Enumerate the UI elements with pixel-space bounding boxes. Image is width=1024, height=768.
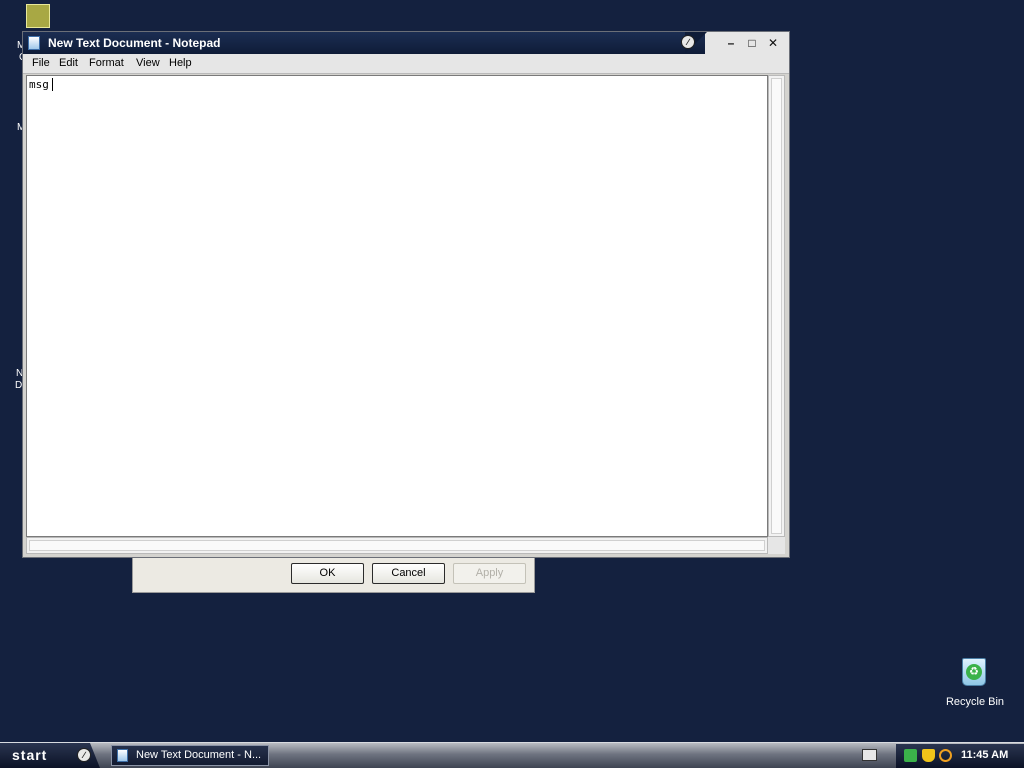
close-button[interactable]: ✕	[765, 35, 781, 51]
start-button[interactable]: start ∕	[0, 743, 100, 768]
menu-help[interactable]: Help	[169, 57, 192, 69]
vertical-scrollbar[interactable]	[768, 75, 785, 537]
properties-dialog: OK Cancel Apply	[132, 556, 535, 593]
taskbar-task-label: New Text Document - N...	[136, 749, 262, 761]
menu-edit[interactable]: Edit	[59, 57, 78, 69]
title-bar[interactable]: New Text Document - Notepad ∕ – □ ✕	[23, 32, 789, 54]
start-label: start	[12, 747, 48, 763]
menu-bar: File Edit Format View Help	[23, 54, 789, 74]
minimize-button[interactable]: –	[723, 35, 739, 51]
recycle-bin-label: Recycle Bin	[945, 696, 1005, 708]
notepad-icon	[117, 749, 128, 762]
ok-button[interactable]: OK	[291, 563, 364, 584]
recycle-arrows-icon: ♻	[966, 664, 982, 680]
horizontal-scrollbar[interactable]	[26, 537, 768, 554]
desktop-shortcut-icon[interactable]	[26, 4, 50, 28]
maximize-button[interactable]: □	[744, 35, 760, 51]
menu-file[interactable]: File	[32, 57, 50, 69]
apply-button: Apply	[453, 563, 526, 584]
text-editor[interactable]: msg	[26, 75, 768, 537]
notepad-window: New Text Document - Notepad ∕ – □ ✕ File…	[22, 31, 790, 558]
size-grip[interactable]	[768, 537, 785, 554]
shield-icon[interactable]	[922, 749, 935, 762]
search-icon[interactable]	[939, 749, 952, 762]
horizontal-scroll-track[interactable]	[29, 540, 765, 551]
window-title: New Text Document - Notepad	[48, 36, 221, 50]
keyboard-icon[interactable]	[862, 749, 877, 761]
recycle-bin[interactable]: ♻ Recycle Bin	[944, 656, 1006, 712]
vertical-scroll-track[interactable]	[771, 78, 782, 534]
help-orb-icon[interactable]: ∕	[681, 35, 695, 49]
network-icon[interactable]	[904, 749, 917, 762]
text-caret	[52, 78, 53, 91]
notepad-icon[interactable]	[28, 36, 40, 50]
cancel-button[interactable]: Cancel	[372, 563, 445, 584]
taskbar-notepad-button[interactable]: New Text Document - N...	[111, 745, 269, 766]
clock[interactable]: 11:45 AM	[961, 749, 1008, 761]
editor-content[interactable]: msg	[29, 78, 49, 91]
taskbar: start ∕ New Text Document - N... 11:45 A…	[0, 742, 1024, 768]
menu-format[interactable]: Format	[89, 57, 124, 69]
start-orb-icon: ∕	[77, 748, 91, 762]
menu-view[interactable]: View	[136, 57, 160, 69]
system-tray: 11:45 AM	[896, 744, 1024, 768]
